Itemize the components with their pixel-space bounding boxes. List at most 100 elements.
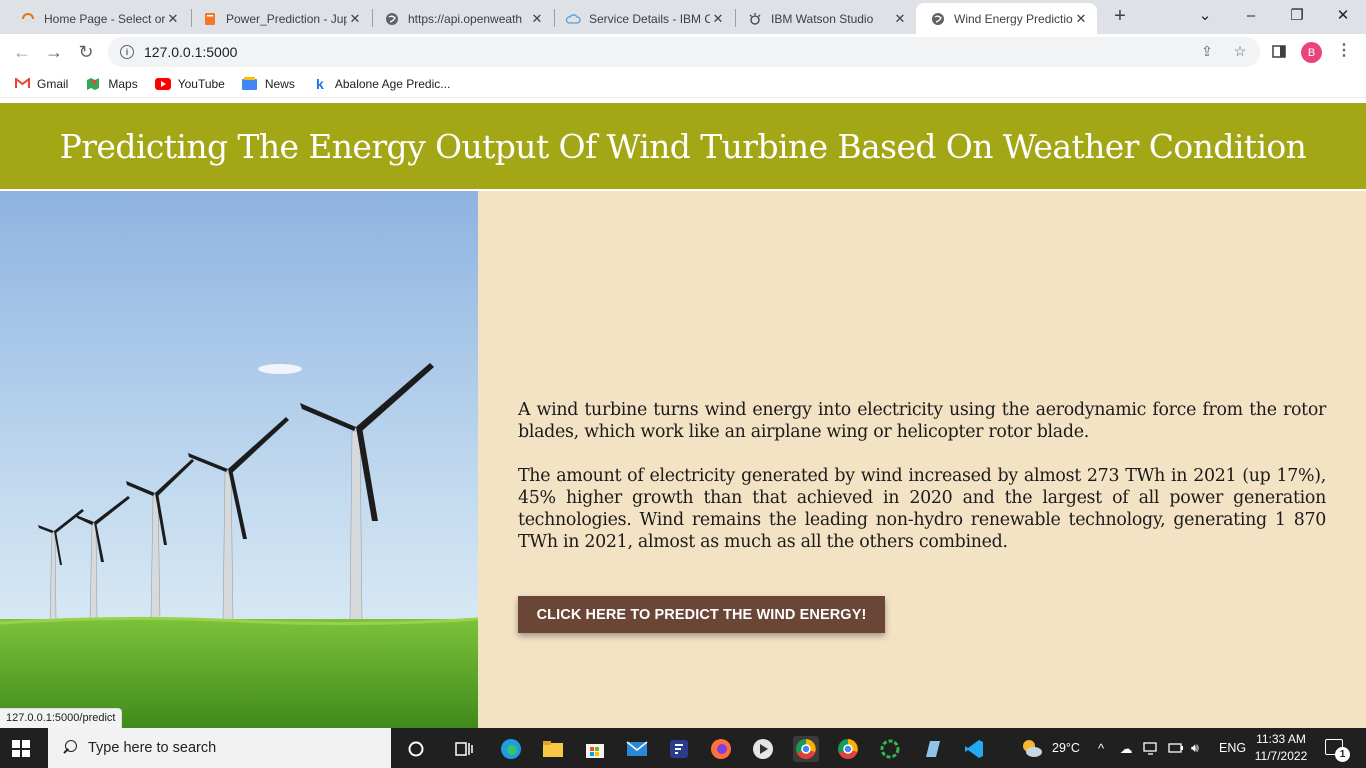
vscode-icon[interactable] bbox=[961, 736, 987, 762]
media-player-icon[interactable] bbox=[750, 736, 776, 762]
weather-temp: 29°C bbox=[1052, 741, 1080, 755]
jupyter-icon bbox=[202, 11, 218, 27]
browser-toolbar: ← → ↻ i 127.0.0.1:5000 ⇪ ☆ B ⋮ bbox=[0, 34, 1366, 70]
clock-time: 11:33 AM bbox=[1256, 732, 1306, 746]
weather-icon bbox=[1023, 740, 1042, 757]
restore-button[interactable]: ❐ bbox=[1274, 0, 1320, 30]
clock-date: 11/7/2022 bbox=[1254, 749, 1308, 763]
info-icon[interactable]: i bbox=[120, 45, 134, 59]
tab-openweather[interactable]: https://api.openweath ✕ bbox=[370, 3, 553, 34]
app-icon[interactable] bbox=[666, 736, 692, 762]
bookmark-maps[interactable]: Maps bbox=[85, 76, 138, 91]
battery-icon[interactable] bbox=[1168, 728, 1184, 768]
intro-paragraph: A wind turbine turns wind energy into el… bbox=[518, 400, 1326, 442]
search-icon bbox=[62, 740, 78, 756]
close-icon[interactable]: ✕ bbox=[710, 11, 726, 27]
tab-search-chevron-icon[interactable]: ⌄ bbox=[1182, 0, 1228, 30]
mail-icon[interactable] bbox=[624, 736, 650, 762]
page-title: Predicting The Energy Output Of Wind Tur… bbox=[59, 126, 1307, 166]
sync-icon[interactable] bbox=[877, 736, 903, 762]
minimize-button[interactable]: – bbox=[1228, 0, 1274, 30]
globe-icon bbox=[384, 11, 400, 27]
show-hidden-icons[interactable]: ^ bbox=[1098, 728, 1104, 768]
bookmark-label: Maps bbox=[108, 76, 138, 91]
wind-turbine-image bbox=[0, 191, 478, 728]
tab-home-page[interactable]: Home Page - Select or ✕ bbox=[6, 3, 189, 34]
close-icon[interactable]: ✕ bbox=[1073, 11, 1089, 27]
bookmark-label: Gmail bbox=[37, 76, 69, 91]
windows-taskbar: Type here to search 29°C ^ ☁ 🔊︎ ENG 11:3… bbox=[0, 728, 1366, 768]
watson-icon bbox=[747, 11, 763, 27]
profile-avatar[interactable]: B bbox=[1301, 42, 1322, 63]
bookmark-star-icon[interactable]: ☆ bbox=[1231, 42, 1249, 60]
volume-icon[interactable]: 🔊︎ bbox=[1191, 728, 1199, 768]
firefox-icon[interactable] bbox=[708, 736, 734, 762]
browser-tab-strip: Home Page - Select or ✕ Power_Prediction… bbox=[0, 0, 1366, 34]
cortana-icon[interactable] bbox=[403, 736, 429, 762]
system-clock[interactable]: 11:33 AM 11/7/2022 bbox=[1248, 731, 1314, 765]
stats-paragraph: The amount of electricity generated by w… bbox=[518, 466, 1326, 552]
tab-service-details[interactable]: Service Details - IBM C ✕ bbox=[551, 3, 734, 34]
close-icon[interactable]: ✕ bbox=[165, 11, 181, 27]
taskbar-search-box[interactable]: Type here to search bbox=[48, 728, 391, 768]
notification-count: 1 bbox=[1335, 747, 1350, 762]
share-icon[interactable]: ⇪ bbox=[1198, 42, 1216, 60]
windows-start-icon[interactable] bbox=[12, 740, 30, 757]
tab-title: Home Page - Select or bbox=[44, 11, 165, 26]
network-icon[interactable] bbox=[1143, 728, 1159, 768]
store-icon[interactable] bbox=[582, 736, 608, 762]
edge-icon[interactable] bbox=[498, 736, 524, 762]
address-bar[interactable]: i 127.0.0.1:5000 bbox=[108, 37, 1260, 67]
side-panel-icon[interactable] bbox=[1270, 42, 1288, 60]
new-tab-button[interactable]: + bbox=[1108, 5, 1132, 29]
tab-title: Service Details - IBM C bbox=[589, 11, 710, 26]
close-window-button[interactable]: ✕ bbox=[1320, 0, 1366, 30]
bookmark-label: Abalone Age Predic... bbox=[334, 76, 451, 91]
status-url: 127.0.0.1:5000/predict bbox=[0, 708, 123, 728]
news-icon bbox=[242, 77, 258, 91]
notification-center-icon[interactable]: 1 bbox=[1325, 739, 1350, 762]
kaggle-icon: k bbox=[315, 75, 324, 92]
back-button[interactable]: ← bbox=[9, 39, 35, 65]
youtube-icon bbox=[154, 77, 171, 91]
weather-widget[interactable]: 29°C bbox=[1020, 728, 1080, 768]
globe-icon bbox=[930, 11, 946, 27]
reload-button[interactable]: ↻ bbox=[73, 39, 99, 65]
task-view-icon[interactable] bbox=[451, 736, 477, 762]
onedrive-icon[interactable]: ☁ bbox=[1120, 728, 1133, 768]
language-indicator[interactable]: ENG bbox=[1219, 728, 1246, 768]
bookmark-abalone[interactable]: k Abalone Age Predic... bbox=[312, 75, 451, 92]
close-icon[interactable]: ✕ bbox=[892, 11, 908, 27]
bookmark-news[interactable]: News bbox=[242, 77, 295, 91]
tab-wind-energy[interactable]: Wind Energy Predictio ✕ bbox=[916, 3, 1097, 34]
info-panel: A wind turbine turns wind energy into el… bbox=[478, 191, 1366, 728]
tab-watson-studio[interactable]: IBM Watson Studio ✕ bbox=[733, 3, 916, 34]
tab-title: Power_Prediction - Jup bbox=[226, 11, 347, 26]
tab-power-prediction[interactable]: Power_Prediction - Jup ✕ bbox=[188, 3, 371, 34]
forward-button[interactable]: → bbox=[41, 39, 67, 65]
chrome-profile-icon[interactable] bbox=[793, 736, 819, 762]
bookmark-label: News bbox=[264, 76, 295, 91]
cloud-icon bbox=[565, 11, 581, 27]
tab-title: IBM Watson Studio bbox=[771, 11, 874, 26]
tab-title: https://api.openweath bbox=[408, 11, 523, 26]
chrome-icon[interactable] bbox=[835, 736, 861, 762]
close-icon[interactable]: ✕ bbox=[347, 11, 363, 27]
spinner-icon bbox=[20, 11, 36, 27]
maps-icon bbox=[85, 77, 101, 91]
bookmark-youtube[interactable]: YouTube bbox=[154, 76, 225, 91]
predict-button[interactable]: CLICK HERE TO PREDICT THE WIND ENERGY! bbox=[518, 596, 885, 633]
address-url: 127.0.0.1:5000 bbox=[144, 44, 238, 60]
gmail-icon bbox=[14, 77, 30, 91]
notepad-icon[interactable] bbox=[919, 736, 945, 762]
file-explorer-icon[interactable] bbox=[540, 736, 566, 762]
page-header: Predicting The Energy Output Of Wind Tur… bbox=[0, 103, 1366, 189]
menu-kebab-icon[interactable]: ⋮ bbox=[1336, 40, 1352, 60]
page-viewport: Predicting The Energy Output Of Wind Tur… bbox=[0, 98, 1366, 728]
tab-title: Wind Energy Predictio bbox=[954, 11, 1073, 26]
search-placeholder: Type here to search bbox=[88, 740, 217, 756]
close-icon[interactable]: ✕ bbox=[529, 11, 545, 27]
bookmarks-bar: Gmail Maps YouTube News k Abalone Age Pr… bbox=[0, 70, 1366, 98]
bookmark-gmail[interactable]: Gmail bbox=[14, 77, 68, 91]
bookmark-label: YouTube bbox=[177, 76, 225, 91]
